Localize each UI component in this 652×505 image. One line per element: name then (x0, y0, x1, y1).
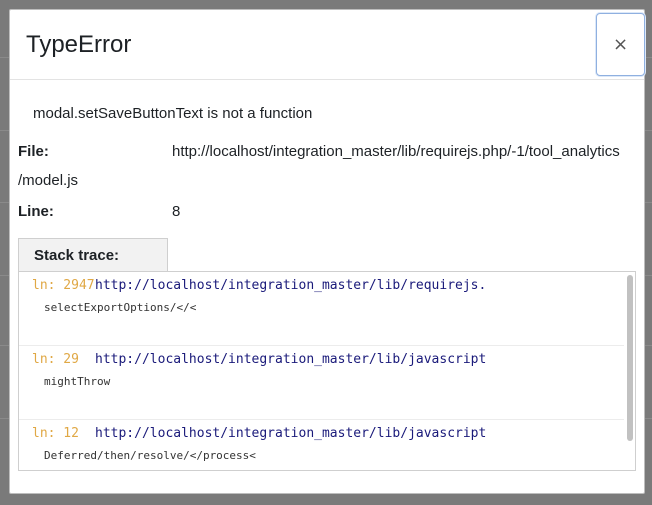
line-number: ln: 29 (32, 352, 79, 367)
file-value: http://localhost/integration_master/lib/… (172, 143, 620, 160)
modal-title: TypeError (26, 31, 132, 58)
file-value-continued: /model.js (18, 172, 79, 189)
line-value: 8 (172, 203, 181, 220)
modal-header: TypeError × (10, 10, 645, 80)
stack-trace-list[interactable]: ln: 2947 http://localhost/integration_ma… (18, 271, 636, 471)
stack-function: mightThrow (44, 375, 111, 388)
error-message: modal.setSaveButtonText is not a functio… (33, 105, 313, 122)
line-number: ln: 2947 (32, 278, 95, 293)
stack-url: http://localhost/integration_master/lib/… (95, 352, 487, 367)
file-label: File: (18, 143, 49, 160)
stack-trace-item: ln: 2947 http://localhost/integration_ma… (19, 272, 624, 346)
stack-function: selectExportOptions/</< (44, 301, 197, 314)
stack-trace-item: ln: 29 http://localhost/integration_mast… (19, 346, 624, 420)
error-modal: TypeError × modal.setSaveButtonText is n… (9, 9, 645, 494)
line-number: ln: 12 (32, 426, 79, 441)
scrollbar[interactable] (627, 275, 633, 441)
stack-trace-tab[interactable]: Stack trace: (18, 238, 168, 272)
stack-function: Deferred/then/resolve/</process< (44, 449, 256, 462)
stack-url: http://localhost/integration_master/lib/… (95, 426, 487, 441)
line-label: Line: (18, 203, 54, 220)
stack-url: http://localhost/integration_master/lib/… (95, 278, 487, 293)
close-button[interactable]: × (596, 13, 645, 76)
stack-trace-item: ln: 12 http://localhost/integration_mast… (19, 420, 624, 470)
